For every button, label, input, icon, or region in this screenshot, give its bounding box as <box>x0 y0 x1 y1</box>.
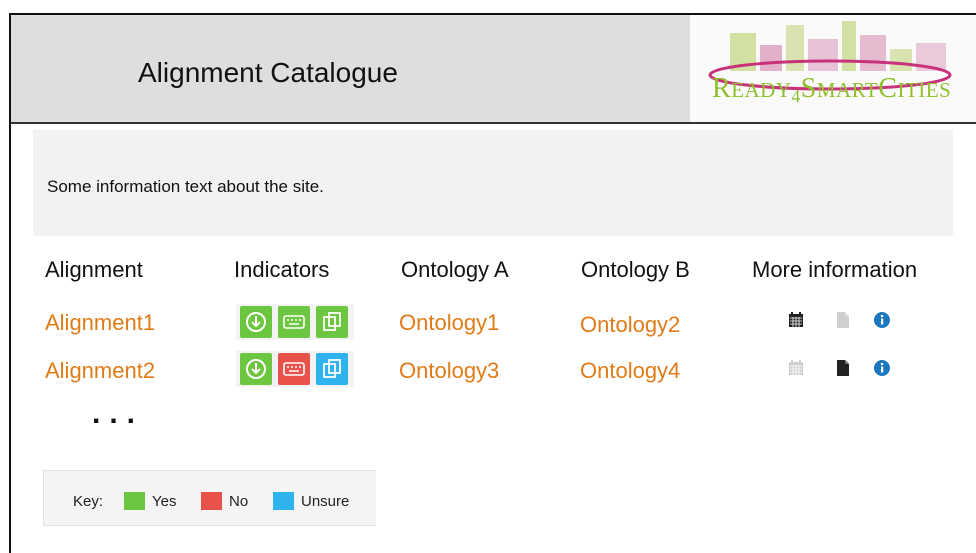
ready4smartcities-logo: READY4SMARTCITIES <box>690 15 976 122</box>
indicator-group <box>236 351 354 387</box>
no-label: No <box>229 493 249 510</box>
alignment-link[interactable]: Alignment1 <box>45 310 155 336</box>
keyboard-indicator-icon[interactable] <box>278 306 310 338</box>
indicator-group <box>236 304 354 340</box>
download-indicator-icon[interactable] <box>240 353 272 385</box>
header-divider <box>11 122 976 124</box>
more-rows-ellipsis: ... <box>92 397 145 430</box>
document-icon[interactable] <box>834 311 852 329</box>
no-swatch <box>201 492 222 510</box>
unsure-label: Unsure <box>301 493 350 510</box>
info-icon[interactable] <box>873 359 891 377</box>
yes-label: Yes <box>152 493 177 510</box>
ontology-b-link[interactable]: Ontology2 <box>580 312 680 338</box>
unsure-swatch <box>273 492 294 510</box>
logo-wordmark: READY4SMARTCITIES <box>712 73 952 107</box>
column-header-ontology-b: Ontology B <box>581 257 690 282</box>
ontology-b-link[interactable]: Ontology4 <box>580 358 680 384</box>
copy-indicator-icon[interactable] <box>316 306 348 338</box>
document-icon[interactable] <box>834 359 852 377</box>
column-header-ontology-a: Ontology A <box>401 257 509 282</box>
calendar-icon[interactable] <box>787 311 805 329</box>
copy-indicator-icon[interactable] <box>316 353 348 385</box>
alignment-link[interactable]: Alignment2 <box>45 358 155 384</box>
column-header-more-information: More information <box>752 257 918 282</box>
column-header-alignment: Alignment <box>45 257 143 282</box>
info-panel: Some information text about the site. <box>33 130 953 236</box>
page-title: Alignment Catalogue <box>138 57 398 88</box>
yes-swatch <box>124 492 145 510</box>
ontology-a-link[interactable]: Ontology3 <box>399 358 499 384</box>
keyboard-indicator-icon[interactable] <box>278 353 310 385</box>
info-text: Some information text about the site. <box>47 177 324 196</box>
info-icon[interactable] <box>873 311 891 329</box>
ontology-a-link[interactable]: Ontology1 <box>399 310 499 336</box>
column-header-indicators: Indicators <box>234 257 330 282</box>
key-label: Key: <box>73 493 104 510</box>
download-indicator-icon[interactable] <box>240 306 272 338</box>
calendar-icon[interactable] <box>787 359 805 377</box>
key-legend: Key: Yes No Unsure <box>43 470 376 526</box>
